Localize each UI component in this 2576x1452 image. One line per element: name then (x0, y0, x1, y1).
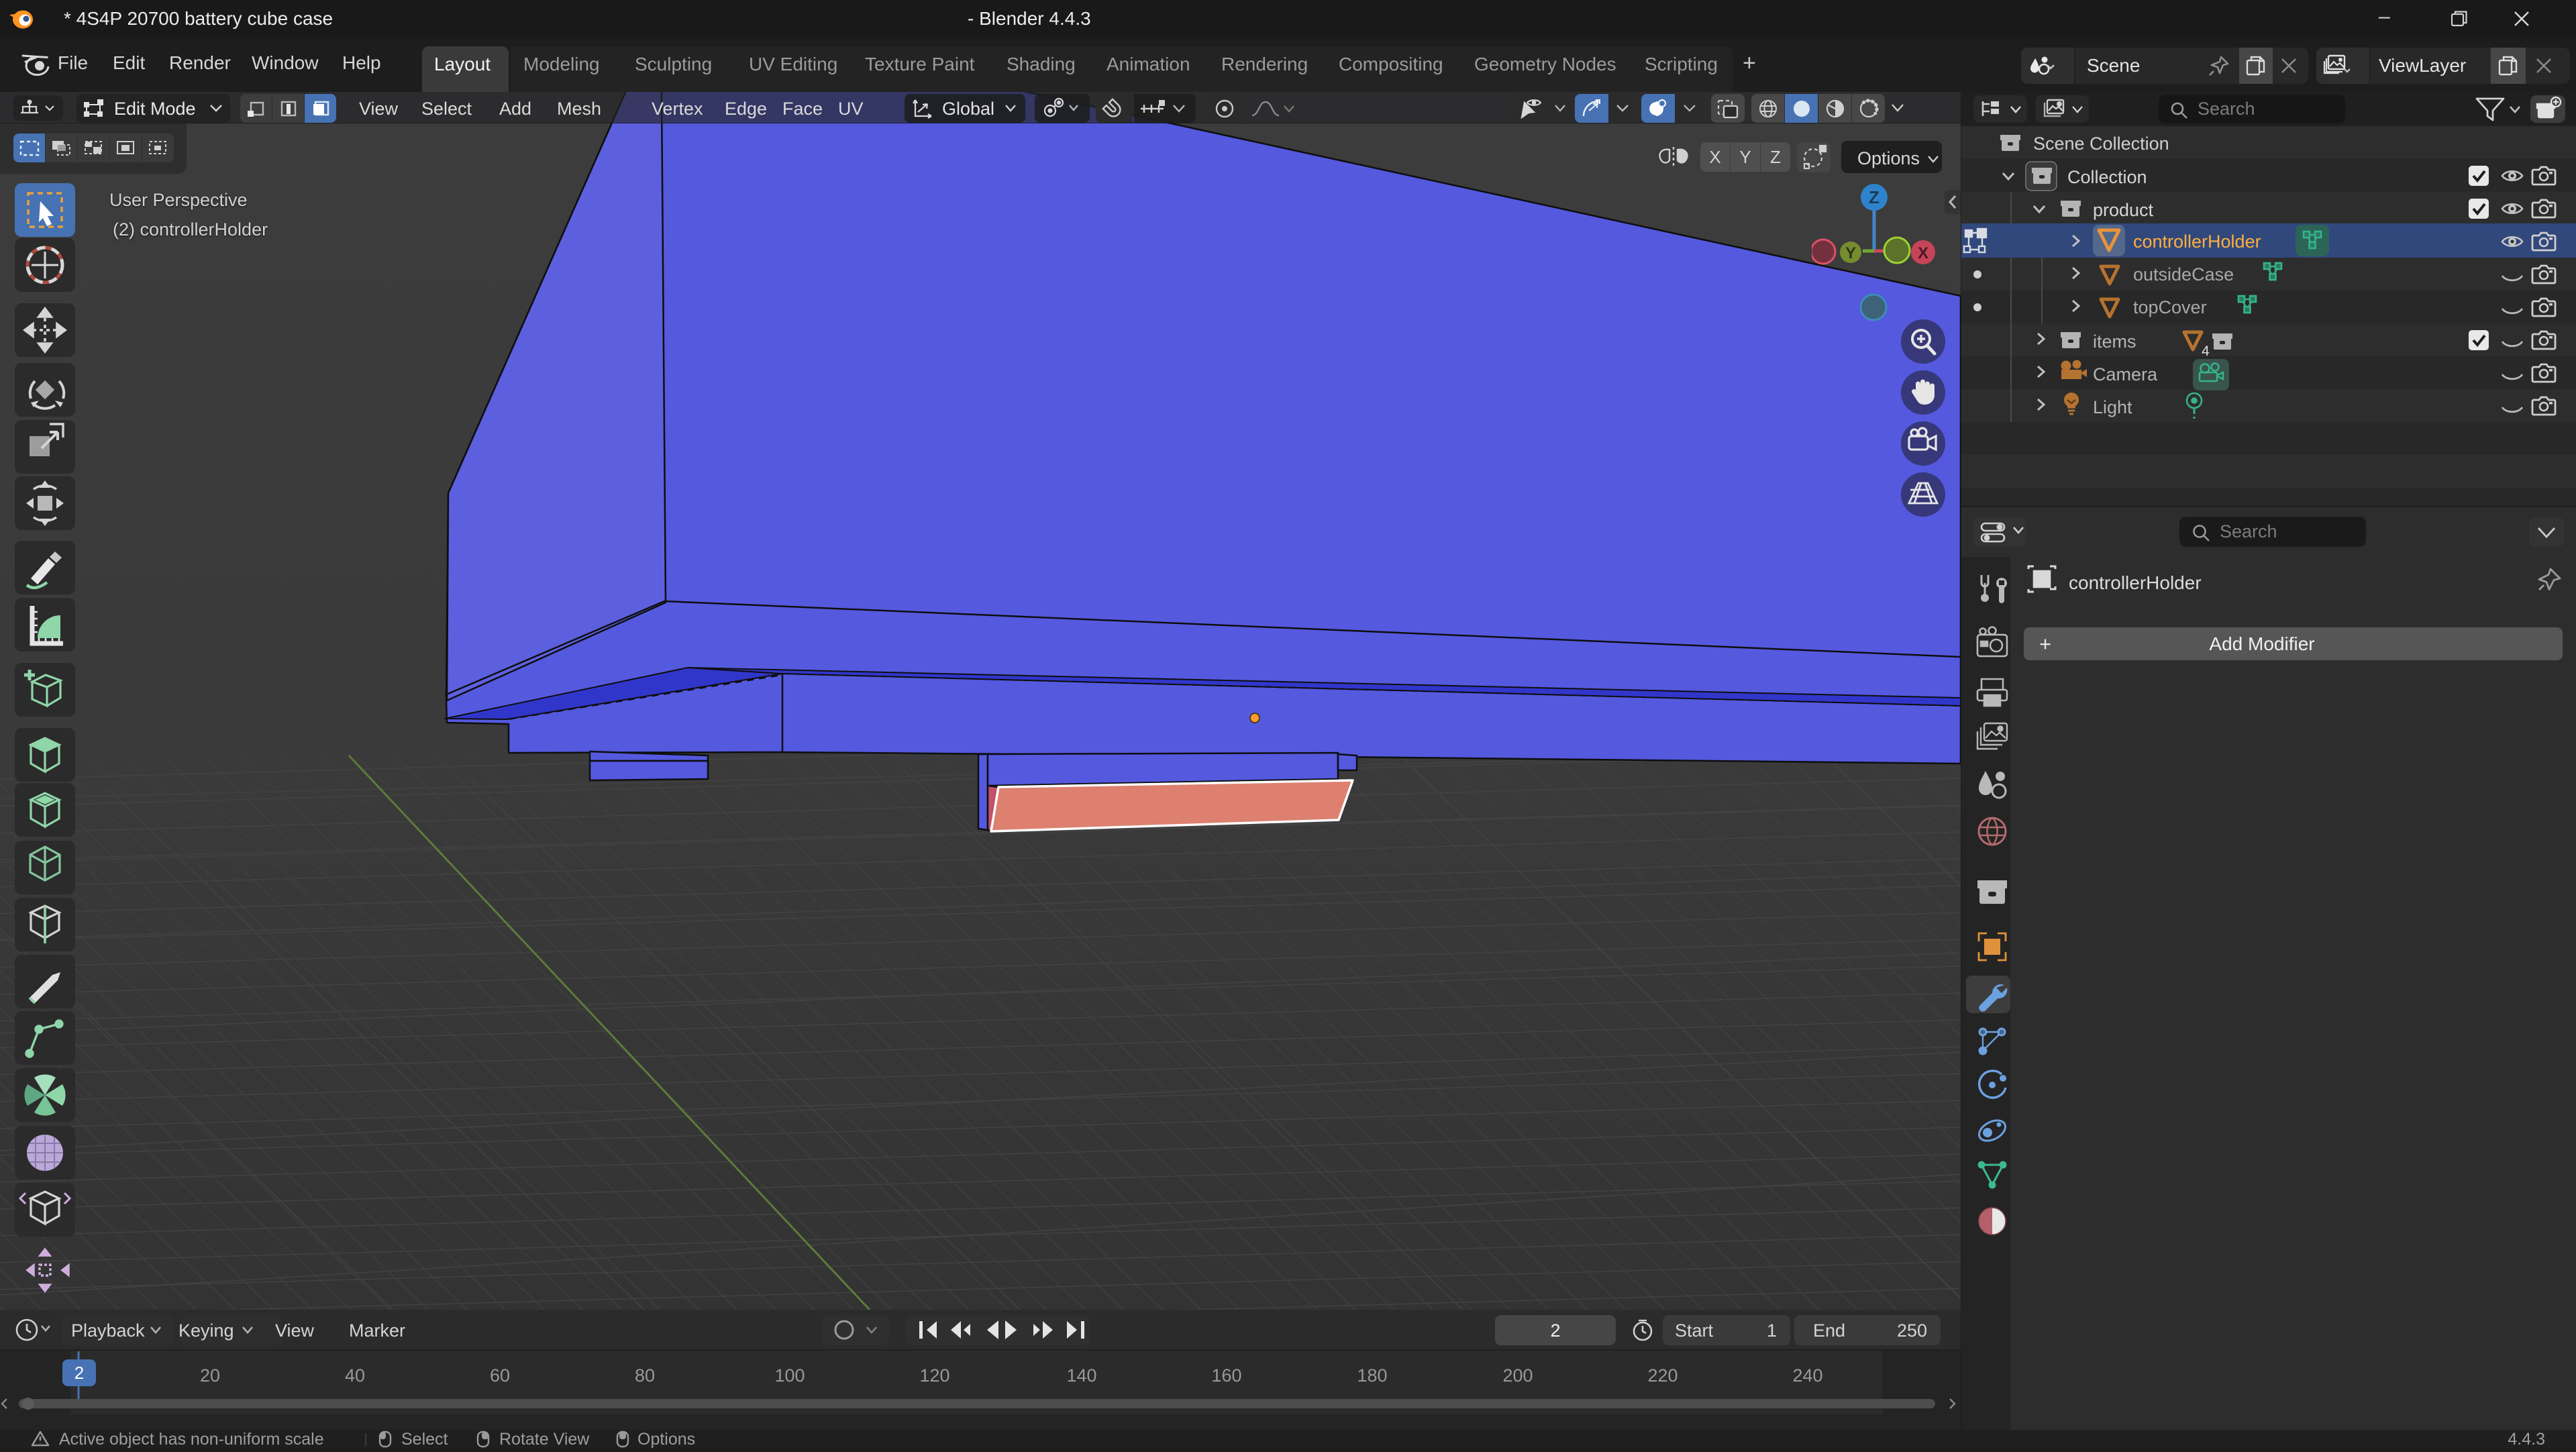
svg-text:+: + (2039, 632, 2051, 656)
svg-text:Light: Light (2093, 397, 2132, 417)
svg-text:180: 180 (1357, 1365, 1387, 1386)
svg-text:250: 250 (1897, 1320, 1927, 1341)
svg-text:View: View (275, 1320, 315, 1341)
svg-text:items: items (2093, 331, 2136, 352)
svg-text:Rotate View: Rotate View (499, 1430, 590, 1449)
svg-text:controllerHolder: controllerHolder (2069, 572, 2202, 593)
svg-text:40: 40 (345, 1365, 365, 1386)
svg-text:100: 100 (774, 1365, 805, 1386)
svg-text:Search: Search (2198, 99, 2255, 119)
svg-text:1: 1 (1767, 1320, 1777, 1341)
svg-text:Y: Y (1845, 244, 1856, 262)
svg-text:80: 80 (635, 1365, 655, 1386)
svg-text:140: 140 (1066, 1365, 1096, 1386)
svg-text:Start: Start (1675, 1320, 1714, 1341)
svg-text:controllerHolder: controllerHolder (2133, 231, 2261, 252)
svg-text:200: 200 (1502, 1365, 1533, 1386)
svg-text:240: 240 (1792, 1365, 1822, 1386)
svg-text:Playback: Playback (71, 1320, 145, 1341)
svg-text:Options: Options (637, 1430, 695, 1449)
svg-text:4.4.3: 4.4.3 (2508, 1430, 2545, 1449)
svg-text:160: 160 (1211, 1365, 1241, 1386)
svg-text:220: 220 (1647, 1365, 1678, 1386)
svg-text:60: 60 (490, 1365, 510, 1386)
svg-text:4: 4 (2202, 344, 2210, 359)
svg-text:20: 20 (200, 1365, 220, 1386)
svg-text:Active object has non-uniform: Active object has non-uniform scale (59, 1430, 324, 1449)
svg-text:End: End (1813, 1320, 1845, 1341)
svg-text:Select: Select (401, 1430, 448, 1449)
svg-text:Add Modifier: Add Modifier (2209, 633, 2314, 654)
svg-text:120: 120 (919, 1365, 949, 1386)
svg-text:Keying: Keying (178, 1320, 234, 1341)
svg-text:product: product (2093, 200, 2154, 220)
svg-text:topCover: topCover (2133, 297, 2207, 317)
svg-text:Scene Collection: Scene Collection (2033, 134, 2169, 154)
svg-text:Search: Search (2220, 521, 2277, 541)
svg-text:2: 2 (74, 1363, 84, 1383)
svg-text:Camera: Camera (2093, 364, 2158, 384)
svg-text:outsideCase: outsideCase (2133, 264, 2234, 284)
svg-text:Z: Z (1869, 187, 1879, 207)
svg-text:Marker: Marker (349, 1320, 405, 1341)
svg-text:Collection: Collection (2067, 167, 2147, 187)
svg-text:X: X (1918, 244, 1928, 262)
svg-text:2: 2 (1550, 1320, 1560, 1341)
